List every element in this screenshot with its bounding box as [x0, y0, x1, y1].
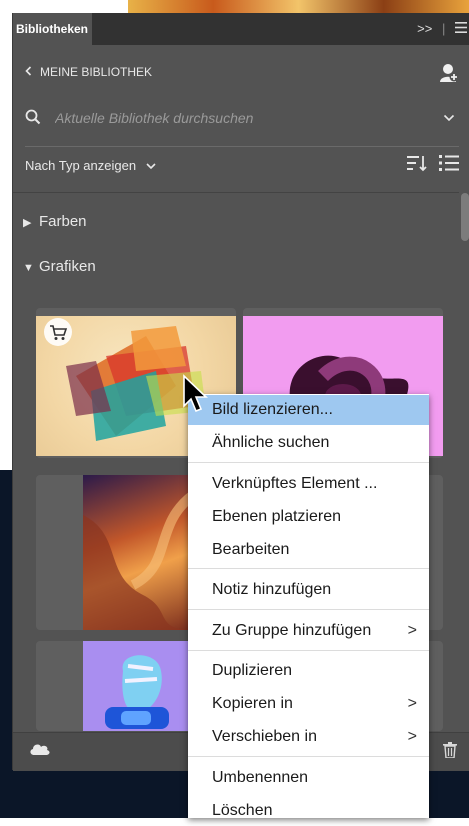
- cloud-icon[interactable]: [29, 742, 51, 761]
- chevron-down-icon[interactable]: [443, 109, 455, 127]
- menu-item-delete[interactable]: Löschen: [188, 796, 429, 826]
- divider: |: [441, 21, 446, 36]
- search-bar: [25, 107, 455, 129]
- view-by-dropdown[interactable]: Nach Typ anzeigen: [25, 158, 156, 173]
- search-underline: [25, 146, 459, 147]
- menu-item-license-image[interactable]: Bild lizenzieren...: [188, 395, 429, 425]
- chevron-right-icon: >: [407, 622, 417, 639]
- section-colors[interactable]: ▶ Farben: [23, 213, 87, 230]
- menu-separator: [188, 568, 429, 569]
- library-title: MEINE BIBLIOTHEK: [40, 65, 153, 79]
- menu-item-label: Zu Gruppe hinzufügen: [212, 622, 372, 639]
- thumbnail-canyon: [83, 475, 193, 630]
- menu-item-duplicate[interactable]: Duplizieren: [188, 656, 429, 686]
- chevron-right-icon: >: [407, 728, 417, 745]
- menu-separator: [188, 609, 429, 610]
- list-view-icon[interactable]: [439, 155, 460, 176]
- menu-item-add-to-group[interactable]: Zu Gruppe hinzufügen >: [188, 616, 429, 646]
- menu-item-label: Ähnliche suchen: [212, 434, 330, 451]
- chevron-down-icon: [146, 158, 156, 173]
- trash-icon[interactable]: [443, 742, 457, 763]
- view-by-label: Nach Typ anzeigen: [25, 158, 137, 173]
- tab-libraries[interactable]: Bibliotheken: [13, 13, 92, 45]
- search-input[interactable]: [53, 107, 417, 129]
- expand-panel-icon[interactable]: >>: [417, 13, 432, 45]
- menu-separator: [188, 462, 429, 463]
- panel-controls: >> |: [417, 13, 469, 45]
- view-options: [407, 154, 460, 177]
- menu-item-add-note[interactable]: Notiz hinzufügen: [188, 575, 429, 605]
- background-photo-strip: [128, 0, 469, 14]
- chevron-right-icon: >: [407, 695, 417, 712]
- menu-item-label: Löschen: [212, 802, 273, 819]
- section-graphics[interactable]: ▼ Grafiken: [23, 258, 96, 275]
- user-add-icon[interactable]: [439, 63, 459, 83]
- menu-item-edit[interactable]: Bearbeiten: [188, 535, 429, 565]
- menu-item-label: Duplizieren: [212, 662, 293, 679]
- menu-item-label: Kopieren in: [212, 695, 293, 712]
- menu-item-label: Notiz hinzufügen: [212, 581, 332, 598]
- menu-item-label: Umbenennen: [212, 769, 309, 786]
- chevron-right-icon: ▶: [23, 217, 32, 229]
- menu-item-move-to[interactable]: Verschieben in >: [188, 722, 429, 752]
- sort-icon[interactable]: [407, 156, 431, 176]
- menu-item-rename[interactable]: Umbenennen: [188, 763, 429, 793]
- context-menu: Bild lizenzieren... Ähnliche suchen Verk…: [188, 394, 429, 819]
- menu-item-place-layers[interactable]: Ebenen platzieren: [188, 502, 429, 532]
- mouse-cursor-icon: [182, 374, 208, 419]
- chevron-down-icon: ▼: [23, 262, 34, 274]
- menu-item-label: Verknüpftes Element ...: [212, 475, 378, 492]
- menu-separator: [188, 756, 429, 757]
- menu-item-label: Bild lizenzieren...: [212, 401, 333, 418]
- section-label: Farben: [39, 213, 87, 230]
- cart-icon[interactable]: [44, 318, 72, 346]
- menu-item-linked-element[interactable]: Verknüpftes Element ...: [188, 469, 429, 499]
- section-label: Grafiken: [39, 258, 96, 275]
- thumbnail-vr-figure: [83, 641, 193, 731]
- menu-item-label: Ebenen platzieren: [212, 508, 341, 525]
- menu-item-copy-to[interactable]: Kopieren in >: [188, 689, 429, 719]
- menu-item-find-similar[interactable]: Ähnliche suchen: [188, 428, 429, 458]
- menu-item-label: Verschieben in: [212, 728, 317, 745]
- divider: [13, 192, 459, 193]
- menu-item-label: Bearbeiten: [212, 541, 290, 558]
- chevron-left-icon[interactable]: [25, 65, 32, 79]
- breadcrumb[interactable]: MEINE BIBLIOTHEK: [25, 65, 152, 79]
- menu-separator: [188, 650, 429, 651]
- panel-menu-icon[interactable]: [455, 13, 467, 45]
- search-icon: [25, 109, 41, 130]
- scrollbar-thumb[interactable]: [461, 193, 469, 241]
- panel-tab-bar: Bibliotheken >> |: [13, 13, 469, 45]
